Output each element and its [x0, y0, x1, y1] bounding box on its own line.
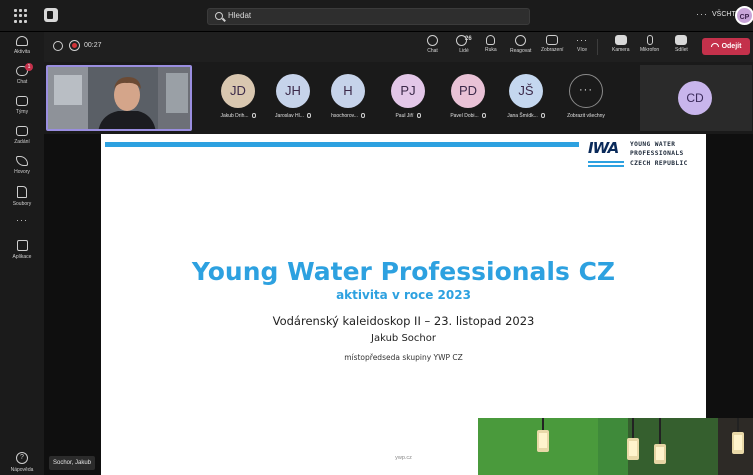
- user-avatar[interactable]: CP: [735, 6, 753, 25]
- help-icon: ?: [16, 452, 28, 464]
- org-name[interactable]: VŠCHT: [712, 11, 736, 18]
- participant-avatar: JD: [221, 74, 255, 108]
- participant-tile[interactable]: JŠ Jana Šmídk...: [504, 74, 548, 119]
- title-bar: Hledat ··· VŠCHT CP: [0, 0, 753, 32]
- slide-role: místopředseda skupiny YWP CZ: [344, 353, 463, 362]
- camera-off-icon: [614, 35, 627, 45]
- speaker-video: [48, 67, 190, 129]
- meeting-toolbar: 00:27 Chat 26 Lidé Ruka Reagovat Zobraze…: [44, 32, 753, 62]
- rail-item-apps[interactable]: Aplikace: [0, 240, 44, 272]
- participant-avatar: JH: [276, 74, 310, 108]
- show-all-label: Zobrazit všechny: [567, 113, 605, 119]
- room-video: [478, 418, 753, 475]
- mic-off-icon: [540, 113, 545, 118]
- slide-event: Vodárenský kaleidoskop II – 23. listopad…: [272, 314, 535, 328]
- mic-off-icon: [360, 113, 365, 118]
- rail-item-teams[interactable]: Týmy: [0, 96, 44, 128]
- react-button[interactable]: Reagovat: [510, 35, 531, 59]
- speaker-video-tile[interactable]: [46, 65, 192, 131]
- meeting-info-icon[interactable]: [53, 41, 63, 51]
- participant-tile-cd[interactable]: CD: [640, 65, 752, 131]
- share-icon: [675, 35, 688, 45]
- assignments-icon: [16, 126, 28, 136]
- more-options-icon[interactable]: ···: [696, 9, 708, 19]
- emoji-icon: [515, 35, 527, 46]
- presenter-name-tag: Sochor, Jakub: [49, 456, 95, 470]
- mic-off-icon: [481, 113, 486, 118]
- participant-tile[interactable]: JH Jaroslav Hl...: [271, 74, 315, 119]
- search-placeholder: Hledat: [228, 11, 252, 20]
- participant-avatar: CD: [678, 81, 712, 115]
- teams-icon: [16, 96, 28, 106]
- participant-name: Pavel Dobi...: [450, 113, 479, 119]
- rail-item-activity[interactable]: Aktivita: [0, 36, 44, 68]
- mic-off-icon: [416, 113, 421, 118]
- participant-name: hsochorov...: [331, 113, 358, 119]
- share-button[interactable]: Sdílet: [675, 35, 688, 59]
- people-button[interactable]: 26 Lidé: [452, 35, 476, 59]
- participant-avatar: JŠ: [509, 74, 543, 108]
- teams-logo-icon: [44, 8, 58, 22]
- mic-off-icon: [251, 113, 256, 118]
- unread-badge: 1: [25, 63, 33, 71]
- hang-up-icon: [710, 43, 719, 47]
- mic-off-icon: [306, 113, 311, 118]
- participant-avatar: PD: [451, 74, 485, 108]
- ywp-logo-text: YOUNG WATER PROFESSIONALS CZECH REPUBLIC: [630, 141, 688, 167]
- recording-icon: [69, 40, 80, 51]
- participant-avatar: H: [331, 74, 365, 108]
- phone-icon: [16, 156, 28, 166]
- more-icon: ···: [576, 35, 588, 45]
- raise-hand-button[interactable]: Ruka: [485, 35, 497, 59]
- search-input[interactable]: Hledat: [207, 8, 530, 25]
- teams-meeting-window: Hledat ··· VŠCHT CP Aktivita 1 Chat Týmy…: [0, 0, 753, 475]
- slide-subtitle: aktivita v roce 2023: [336, 288, 471, 302]
- rail-item-calls[interactable]: Hovory: [0, 156, 44, 188]
- file-icon: [17, 186, 27, 198]
- show-all-participants-button[interactable]: ··· Zobrazit všechny: [556, 74, 616, 119]
- slide-presenter: Jakub Sochor: [371, 333, 436, 344]
- app-launcher-icon[interactable]: [14, 9, 28, 23]
- search-icon: [215, 12, 223, 20]
- more-button[interactable]: ··· Více: [576, 35, 588, 59]
- toolbar-divider: [597, 39, 598, 55]
- iwa-logo-text: IWA: [588, 139, 619, 157]
- participant-avatar: PJ: [391, 74, 425, 108]
- slide-accent-bar: [105, 142, 579, 147]
- meeting-timer: 00:27: [84, 42, 102, 49]
- participant-tile[interactable]: JD Jakub Drih...: [216, 74, 260, 119]
- camera-button[interactable]: Kamera: [612, 35, 630, 59]
- more-participants-icon: ···: [569, 74, 603, 108]
- participant-name: Jaroslav Hl...: [275, 113, 304, 119]
- mic-off-icon: [646, 35, 653, 45]
- microphone-button[interactable]: Mikrofon: [640, 35, 659, 59]
- participants-strip: JD Jakub Drih... JH Jaroslav Hl... H hso…: [44, 62, 753, 134]
- view-button[interactable]: Zobrazení: [541, 35, 564, 59]
- participant-name: Jakub Drih...: [220, 113, 249, 119]
- chat-button[interactable]: Chat: [427, 35, 438, 59]
- more-apps-icon[interactable]: ···: [0, 215, 44, 225]
- rail-item-help[interactable]: ? Nápověda: [0, 452, 44, 475]
- hand-icon: [486, 35, 496, 45]
- leave-label: Odejít: [721, 43, 742, 50]
- apps-icon: [16, 240, 28, 251]
- participant-name: Paul Jiří: [395, 113, 414, 119]
- participant-name: Jana Šmídk...: [507, 113, 538, 119]
- slide-title: Young Water Professionals CZ: [191, 257, 616, 286]
- view-icon: [546, 35, 559, 45]
- bell-icon: [16, 36, 28, 46]
- self-view-video[interactable]: [478, 418, 753, 475]
- participant-count: 26: [465, 36, 472, 42]
- participant-tile[interactable]: H hsochorov...: [326, 74, 370, 119]
- rail-item-assignments[interactable]: Zadání: [0, 126, 44, 158]
- participant-tile[interactable]: PJ Paul Jiří: [386, 74, 430, 119]
- rail-item-files[interactable]: Soubory: [0, 186, 44, 218]
- participant-tile[interactable]: PD Pavel Dobi...: [446, 74, 490, 119]
- leave-button[interactable]: Odejít: [702, 38, 750, 55]
- chat-icon: [427, 35, 438, 46]
- app-rail: Aktivita 1 Chat Týmy Zadání Hovory Soubo…: [0, 32, 44, 475]
- iwa-logo: IWA: [588, 139, 624, 171]
- rail-item-chat[interactable]: 1 Chat: [0, 63, 44, 98]
